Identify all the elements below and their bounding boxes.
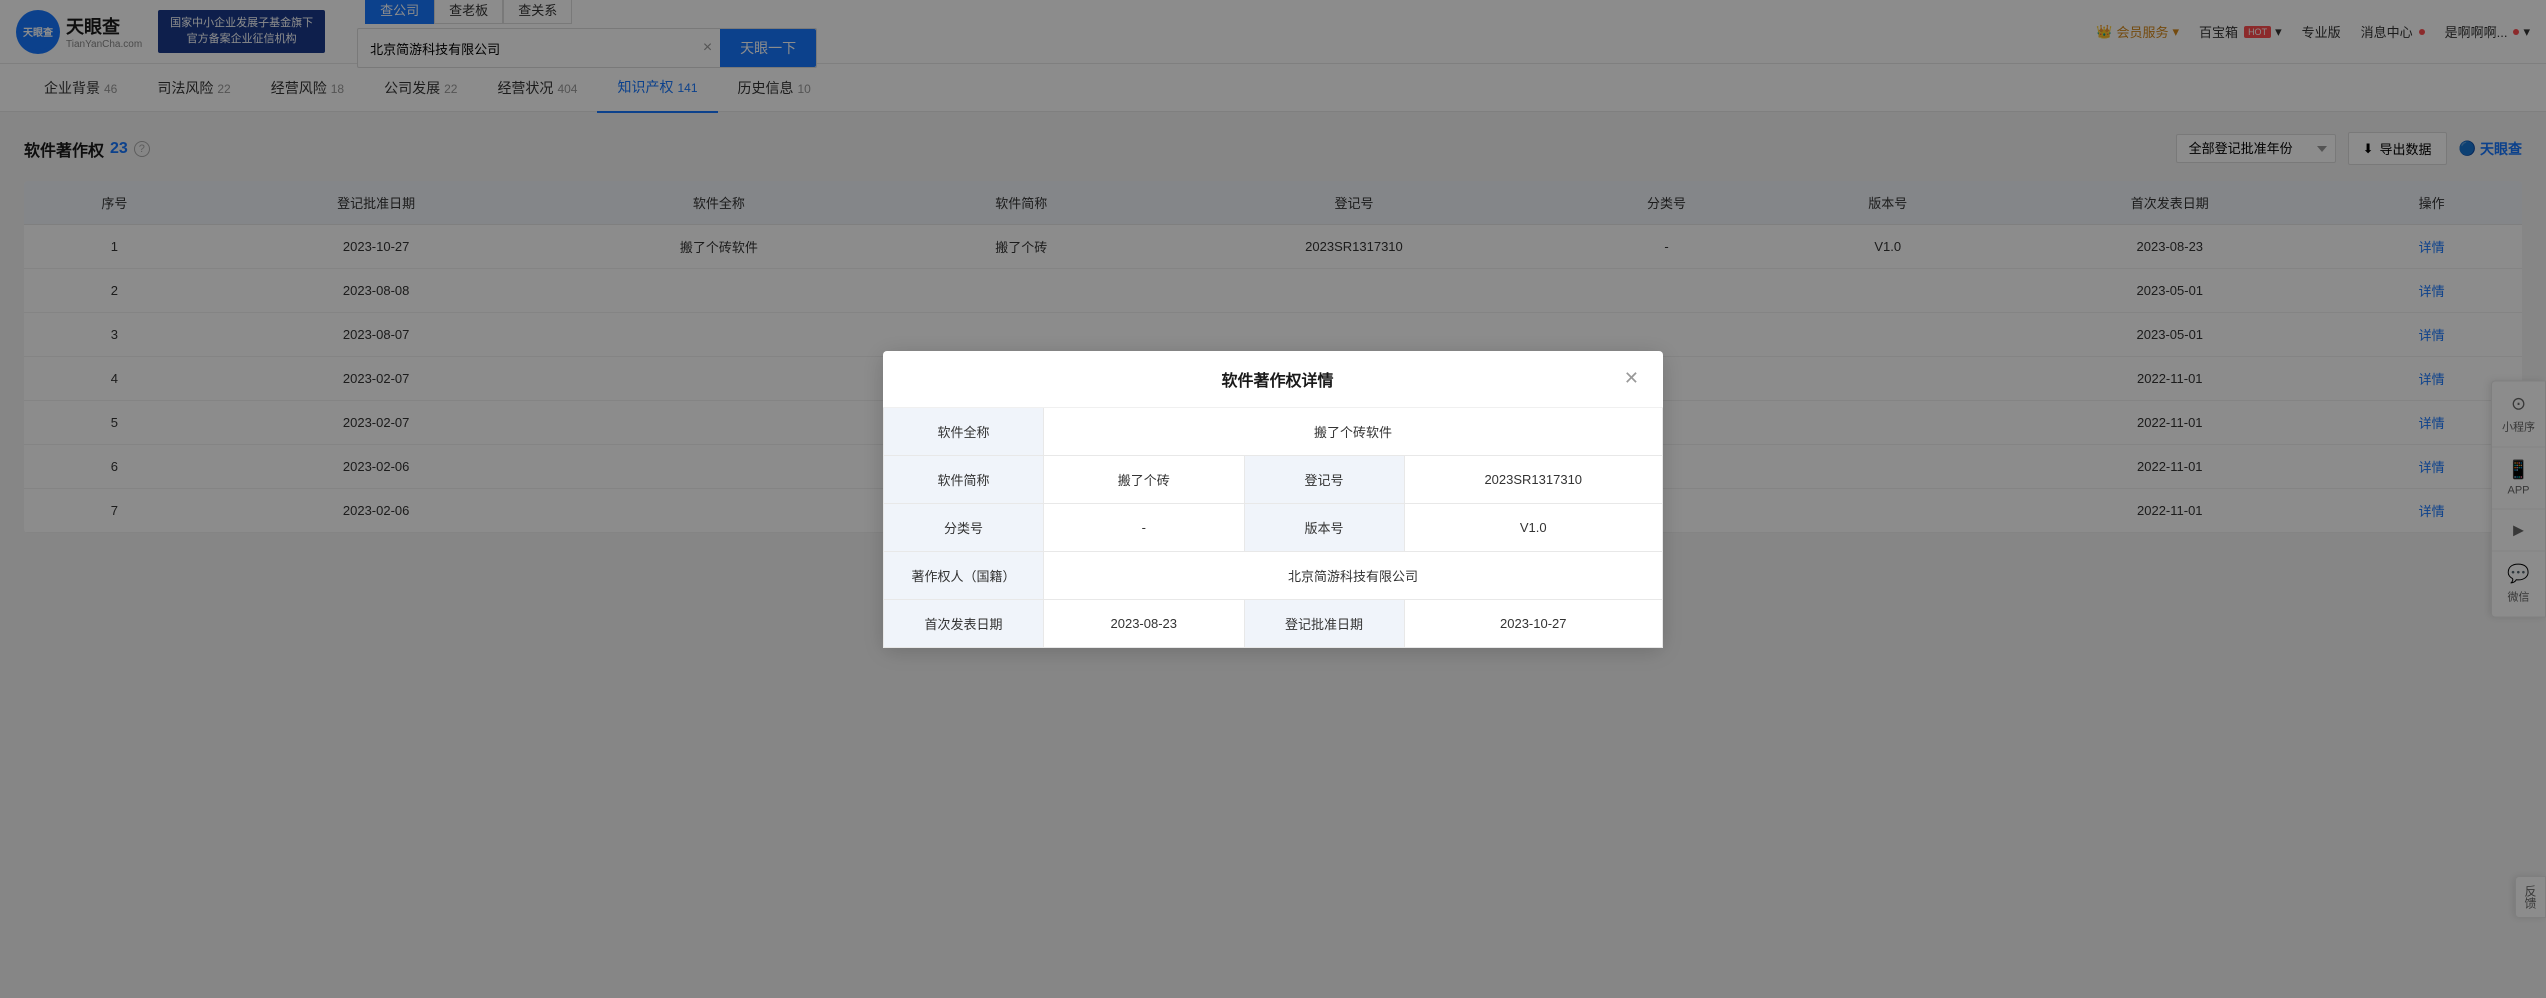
value-version: V1.0 <box>1404 503 1663 551</box>
label-reg-no: 登记号 <box>1244 455 1404 503</box>
label-publish-date: 首次发表日期 <box>884 599 1044 647</box>
value-owner: 北京简游科技有限公司 <box>1044 551 1663 599</box>
modal-header: 软件著作权详情 ✕ <box>883 351 1663 408</box>
modal-row-owner: 著作权人（国籍） 北京简游科技有限公司 <box>884 551 1663 599</box>
modal-row-category: 分类号 - 版本号 V1.0 <box>884 503 1663 551</box>
modal-title: 软件著作权详情 <box>931 367 1624 391</box>
label-version: 版本号 <box>1244 503 1404 551</box>
modal-row-publish-date: 首次发表日期 2023-08-23 登记批准日期 2023-10-27 <box>884 599 1663 647</box>
value-short-name: 搬了个砖 <box>1044 455 1245 503</box>
label-category: 分类号 <box>884 503 1044 551</box>
label-owner: 著作权人（国籍） <box>884 551 1044 599</box>
close-icon[interactable]: ✕ <box>1624 368 1639 389</box>
modal-overlay[interactable]: 软件著作权详情 ✕ 软件全称 搬了个砖软件 软件简称 搬了个砖 登记号 2023… <box>0 0 2546 998</box>
value-approve-date: 2023-10-27 <box>1404 599 1663 647</box>
value-category: - <box>1044 503 1245 551</box>
modal: 软件著作权详情 ✕ 软件全称 搬了个砖软件 软件简称 搬了个砖 登记号 2023… <box>883 351 1663 648</box>
value-full-name: 搬了个砖软件 <box>1044 408 1663 456</box>
label-approve-date: 登记批准日期 <box>1244 599 1404 647</box>
modal-row-full-name: 软件全称 搬了个砖软件 <box>884 408 1663 456</box>
label-full-name: 软件全称 <box>884 408 1044 456</box>
value-publish-date: 2023-08-23 <box>1044 599 1245 647</box>
modal-row-short-name: 软件简称 搬了个砖 登记号 2023SR1317310 <box>884 455 1663 503</box>
label-short-name: 软件简称 <box>884 455 1044 503</box>
value-reg-no: 2023SR1317310 <box>1404 455 1663 503</box>
modal-body: 软件全称 搬了个砖软件 软件简称 搬了个砖 登记号 2023SR1317310 … <box>883 408 1663 648</box>
